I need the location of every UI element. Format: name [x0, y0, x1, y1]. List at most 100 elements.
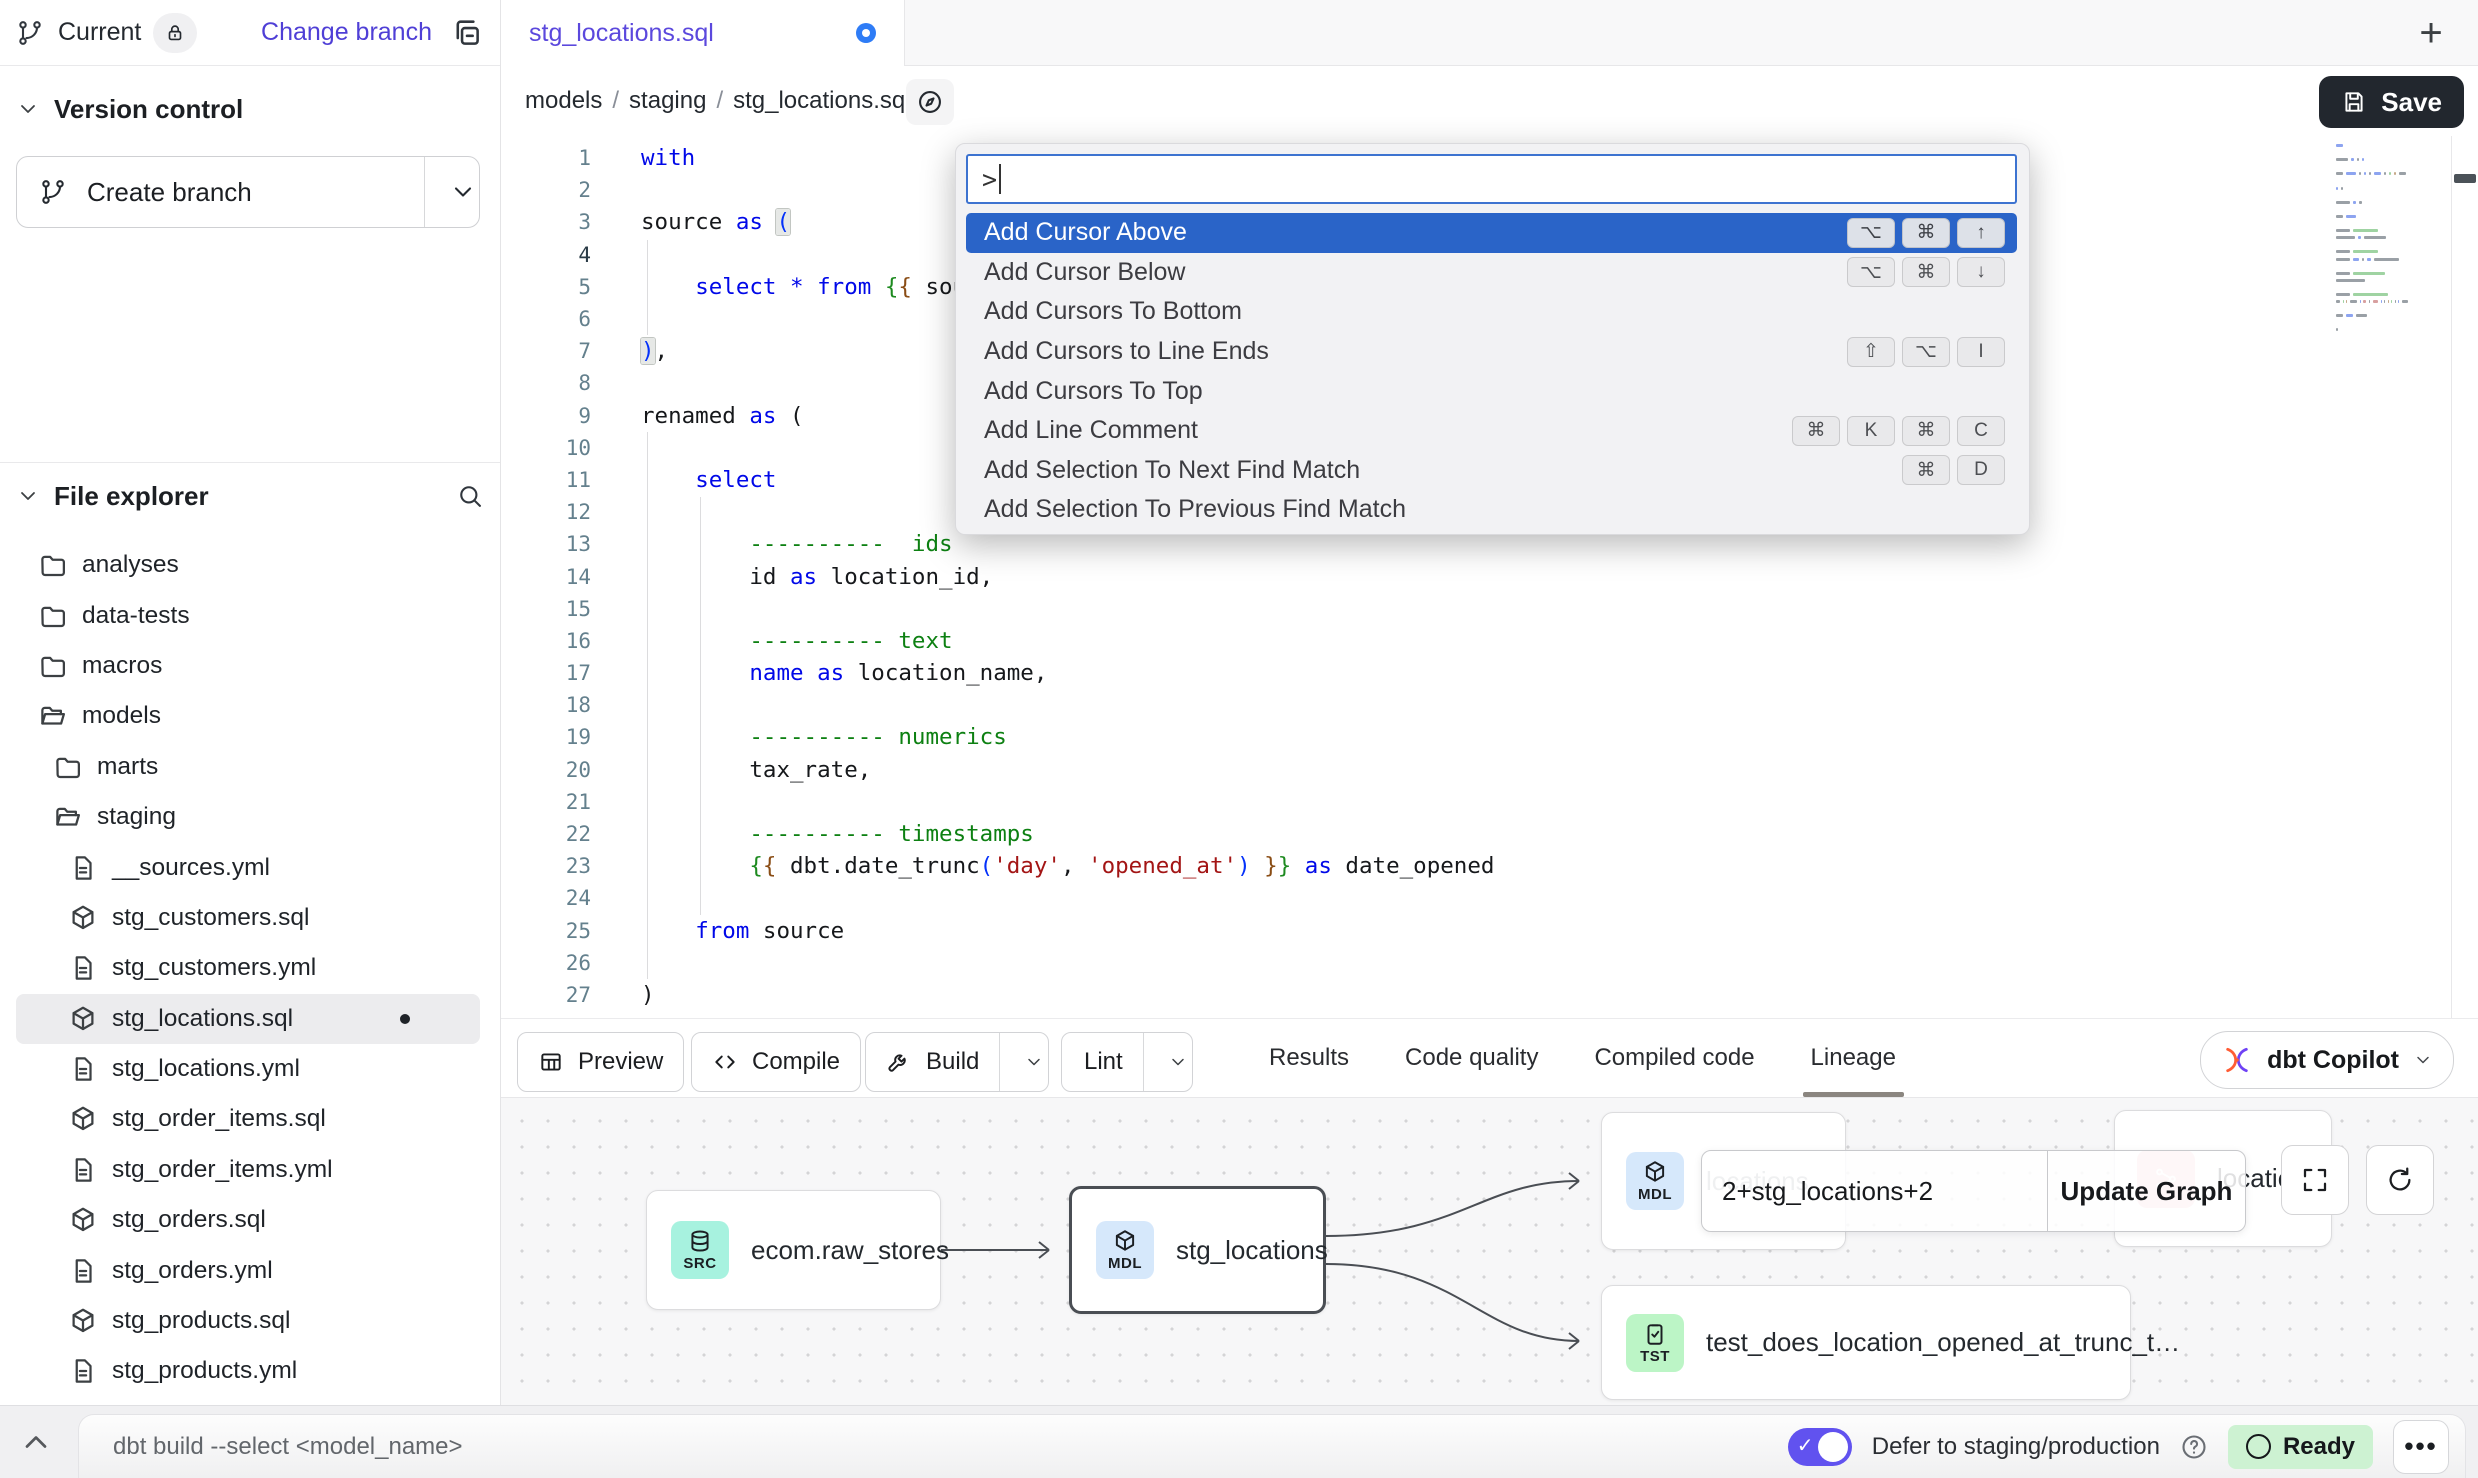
lineage-node-raw-stores[interactable]: SRC ecom.raw_stores: [646, 1190, 941, 1310]
file-item-stg_customers.sql[interactable]: stg_customers.sql: [16, 893, 480, 943]
copy-icon[interactable]: [450, 16, 484, 50]
file-item-__sources.yml[interactable]: __sources.yml: [16, 842, 480, 892]
minimap[interactable]: [2336, 142, 2408, 352]
chevron-down-icon: [1168, 1052, 1188, 1072]
breadcrumb-file[interactable]: stg_locations.sql: [733, 87, 910, 115]
version-control-header[interactable]: Version control: [0, 84, 500, 134]
model-icon: [68, 1104, 98, 1134]
tab-lineage[interactable]: Lineage: [1811, 1019, 1896, 1097]
file-item-models[interactable]: models: [16, 691, 480, 741]
code-line-21: 21: [501, 786, 2478, 818]
command-item[interactable]: Add Cursors To Top: [966, 371, 2017, 411]
file-item-stg_locations.sql[interactable]: stg_locations.sql: [16, 994, 480, 1044]
command-item[interactable]: Add Cursors To Bottom: [966, 292, 2017, 332]
file-item-label: analyses: [82, 551, 179, 579]
file-item-stg_order_items.sql[interactable]: stg_order_items.sql: [16, 1094, 480, 1144]
file-item-stg_locations.yml[interactable]: stg_locations.yml: [16, 1044, 480, 1094]
file-item-label: macros: [82, 652, 162, 680]
tab-compiled-code[interactable]: Compiled code: [1594, 1019, 1754, 1097]
command-item[interactable]: Add Selection To Next Find Match⌘D: [966, 451, 2017, 491]
unsaved-dot-icon: [400, 1014, 410, 1024]
lineage-search-input[interactable]: 2+stg_locations+2: [1702, 1151, 2047, 1231]
command-item[interactable]: Add Cursor Above⌥⌘↑: [966, 213, 2017, 253]
tab-code-quality[interactable]: Code quality: [1405, 1019, 1538, 1097]
file-item-staging[interactable]: staging: [16, 792, 480, 842]
file-item-macros[interactable]: macros: [16, 641, 480, 691]
file-icon: [68, 1054, 98, 1084]
command-item[interactable]: Add Selection To Previous Find Match: [966, 490, 2017, 530]
compile-button[interactable]: Compile: [691, 1032, 861, 1092]
preview-label: Preview: [578, 1048, 663, 1076]
model-icon: [68, 1205, 98, 1235]
test-badge: TST: [1626, 1314, 1684, 1372]
command-item[interactable]: Add Line Comment⌘K⌘C: [966, 411, 2017, 451]
file-item-stg_orders.yml[interactable]: stg_orders.yml: [16, 1245, 480, 1295]
lint-dropdown[interactable]: [1143, 1033, 1192, 1091]
command-bar-panel[interactable]: dbt build --select <model_name> ✓ Defer …: [78, 1414, 2466, 1478]
file-item-data-tests[interactable]: data-tests: [16, 590, 480, 640]
fullscreen-button[interactable]: [2281, 1145, 2349, 1215]
lineage-node-stg-locations[interactable]: MDL stg_locations: [1069, 1186, 1326, 1314]
update-graph-button[interactable]: Update Graph: [2047, 1151, 2245, 1231]
breadcrumb-staging[interactable]: staging: [629, 87, 706, 115]
breadcrumb-row: models/ staging/ stg_locations.sql Save: [501, 66, 2478, 136]
tab-stg-locations-sql[interactable]: stg_locations.sql: [501, 0, 905, 66]
defer-toggle[interactable]: ✓: [1788, 1428, 1852, 1466]
file-item-label: stg_customers.yml: [112, 954, 316, 982]
folderOpen-icon: [53, 802, 83, 832]
build-dropdown[interactable]: [999, 1033, 1048, 1091]
palette-prompt: >: [982, 165, 997, 194]
status-right-controls: ✓ Defer to staging/production Ready •••: [1788, 1415, 2449, 1478]
lint-button[interactable]: Lint: [1061, 1032, 1193, 1092]
build-label: Build: [926, 1048, 979, 1076]
command-item[interactable]: Add Cursors to Line Ends⇧⌥I: [966, 332, 2017, 372]
key-cap: K: [1847, 416, 1895, 446]
lineage-node-test[interactable]: TST test_does_location_opened_at_trunc_t…: [1601, 1285, 2131, 1400]
dbt-cloud-ide: Current Change branch Version control Cr…: [0, 0, 2478, 1478]
search-icon[interactable]: [456, 482, 484, 510]
file-item-stg_customers.yml[interactable]: stg_customers.yml: [16, 943, 480, 993]
save-button[interactable]: Save: [2319, 76, 2464, 128]
line-number: 13: [501, 532, 591, 556]
git-branch-icon: [39, 178, 67, 206]
line-number: 17: [501, 661, 591, 685]
line-number: 18: [501, 693, 591, 717]
command-label: Add Cursor Below: [984, 258, 1185, 287]
file-item-stg_products.yml[interactable]: stg_products.yml: [16, 1346, 480, 1396]
file-tree: analyses data-tests macros modelsmartsstagi…: [0, 540, 500, 1397]
scrollbar-thumb[interactable]: [2454, 174, 2476, 183]
command-palette-input[interactable]: >: [966, 154, 2017, 204]
code-line-22: 22 ---------- timestamps: [501, 818, 2478, 850]
line-number: 25: [501, 919, 591, 943]
create-branch-button[interactable]: Create branch: [16, 156, 480, 228]
preview-button[interactable]: Preview: [517, 1032, 684, 1092]
file-explorer-header[interactable]: File explorer: [0, 463, 500, 529]
build-button[interactable]: Build: [865, 1032, 1049, 1092]
dbt-copilot-button[interactable]: dbt Copilot: [2200, 1031, 2454, 1089]
new-tab-button[interactable]: +: [2408, 10, 2454, 56]
lineage-canvas[interactable]: SRC ecom.raw_stores MDL stg_locations MD…: [501, 1098, 2478, 1405]
chevron-down-icon: [16, 484, 40, 508]
tab-results[interactable]: Results: [1269, 1019, 1349, 1097]
file-item-stg_orders.sql[interactable]: stg_orders.sql: [16, 1195, 480, 1245]
minimap-divider: [2451, 136, 2452, 1018]
file-item-analyses[interactable]: analyses: [16, 540, 480, 590]
command-item[interactable]: Add Cursor Below⌥⌘↓: [966, 253, 2017, 293]
chevron-up-icon[interactable]: [18, 1424, 54, 1460]
refresh-button[interactable]: [2366, 1145, 2434, 1215]
file-item-stg_order_items.yml[interactable]: stg_order_items.yml: [16, 1145, 480, 1195]
file-explorer-section: File explorer: [0, 462, 500, 529]
overflow-menu-button[interactable]: •••: [2393, 1420, 2449, 1474]
breadcrumb-models[interactable]: models: [525, 87, 602, 115]
command-label: Add Line Comment: [984, 416, 1198, 445]
create-branch-dropdown[interactable]: [424, 157, 479, 227]
help-icon[interactable]: [2180, 1433, 2208, 1461]
line-number: 9: [501, 404, 591, 428]
shortcut-keys: ⌘D: [1902, 455, 2005, 485]
file-item-marts[interactable]: marts: [16, 742, 480, 792]
file-item-stg_products.sql[interactable]: stg_products.sql: [16, 1296, 480, 1346]
navigate-button[interactable]: [906, 79, 954, 125]
line-number: 3: [501, 210, 591, 234]
tab-title: stg_locations.sql: [529, 19, 714, 48]
change-branch-link[interactable]: Change branch: [261, 18, 432, 47]
